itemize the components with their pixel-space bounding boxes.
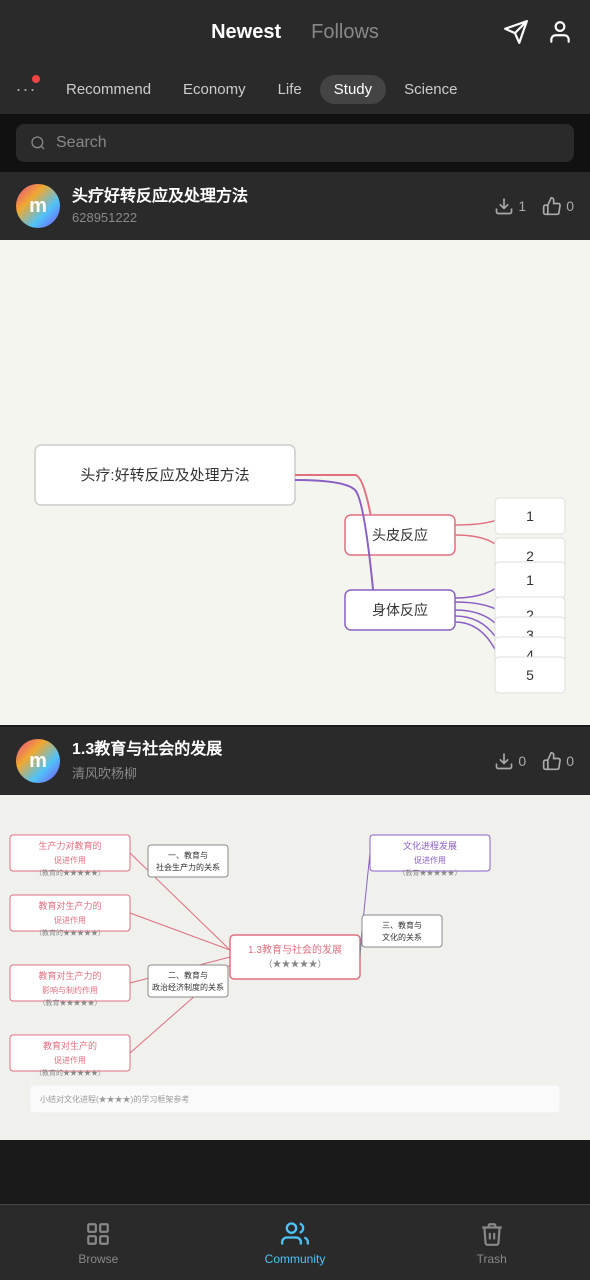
header-tabs: Newest Follows: [211, 21, 379, 44]
svg-text:社会生产力的关系: 社会生产力的关系: [156, 862, 220, 872]
svg-text:影响与制约作用: 影响与制约作用: [42, 985, 98, 995]
svg-text:（教育的★★★★★）: （教育的★★★★★）: [35, 868, 105, 877]
post-info-1: 头疗好转反应及处理方法 628951222: [72, 187, 494, 226]
svg-text:生产力对教育的: 生产力对教育的: [38, 840, 101, 851]
post-header-1: m 头疗好转反应及处理方法 628951222 1 0: [0, 172, 590, 240]
search-bar: Search: [0, 114, 590, 172]
trash-icon: [478, 1220, 506, 1248]
search-input-wrapper[interactable]: Search: [16, 124, 574, 162]
post-info-2: 1.3教育与社会的发展 清风吹杨柳: [72, 740, 494, 783]
download-btn-1[interactable]: 1: [494, 196, 526, 216]
svg-text:文化进程发展: 文化进程发展: [403, 840, 457, 851]
search-icon: [30, 135, 46, 151]
notification-dot: [32, 75, 40, 83]
svg-text:教育对生产力的: 教育对生产力的: [38, 970, 101, 981]
svg-text:身体反应: 身体反应: [372, 602, 428, 618]
avatar-2: m: [16, 739, 60, 783]
post-actions-1: 1 0: [494, 196, 574, 216]
download-count-1: 1: [518, 198, 526, 214]
svg-text:教育对生产的: 教育对生产的: [43, 1040, 97, 1051]
nav-community[interactable]: Community: [197, 1205, 394, 1280]
cat-science[interactable]: Science: [390, 75, 471, 104]
nav-browse[interactable]: Browse: [0, 1205, 197, 1280]
svg-text:头皮反应: 头皮反应: [372, 527, 428, 543]
svg-text:1: 1: [526, 508, 534, 524]
svg-text:二、教育与: 二、教育与: [168, 970, 208, 980]
post-author-2[interactable]: 清风吹杨柳: [72, 763, 494, 782]
post-title-1[interactable]: 头疗好转反应及处理方法: [72, 187, 494, 208]
svg-text:促进作用: 促进作用: [54, 855, 86, 865]
post-card-2: m 1.3教育与社会的发展 清风吹杨柳 0 0: [0, 727, 590, 1140]
post-card-1: m 头疗好转反应及处理方法 628951222 1 0: [0, 172, 590, 725]
svg-text:（教育★★★★★）: （教育★★★★★）: [39, 998, 102, 1007]
bottom-nav: Browse Community Trash: [0, 1204, 590, 1280]
mindmap-1[interactable]: 头疗:好转反应及处理方法 头皮反应 1 2 身体反应: [0, 240, 590, 725]
browse-icon: [84, 1220, 112, 1248]
download-count-2: 0: [518, 753, 526, 769]
cat-life[interactable]: Life: [264, 75, 316, 104]
like-count-1: 0: [566, 198, 574, 214]
download-btn-2[interactable]: 0: [494, 751, 526, 771]
svg-text:促进作用: 促进作用: [54, 1055, 86, 1065]
avatar-1: m: [16, 184, 60, 228]
nav-trash[interactable]: Trash: [393, 1205, 590, 1280]
profile-icon[interactable]: [546, 18, 574, 46]
search-placeholder: Search: [56, 134, 107, 152]
like-count-2: 0: [566, 753, 574, 769]
mindmap-2[interactable]: 1.3教育与社会的发展 （★★★★★） 生产力对教育的 促进作用 （教育的★★★…: [0, 795, 590, 1140]
svg-text:（教育的★★★★★）: （教育的★★★★★）: [35, 928, 105, 937]
svg-text:（教育的★★★★★）: （教育的★★★★★）: [35, 1068, 105, 1077]
svg-text:政治经济制度的关系: 政治经济制度的关系: [152, 982, 224, 992]
svg-text:文化的关系: 文化的关系: [382, 932, 422, 942]
svg-text:教育对生产力的: 教育对生产力的: [38, 900, 101, 911]
like-btn-1[interactable]: 0: [542, 196, 574, 216]
svg-text:一、教育与: 一、教育与: [168, 850, 208, 860]
like-btn-2[interactable]: 0: [542, 751, 574, 771]
svg-text:1.3教育与社会的发展: 1.3教育与社会的发展: [248, 943, 342, 956]
svg-text:三、教育与: 三、教育与: [382, 920, 422, 930]
post-title-2[interactable]: 1.3教育与社会的发展: [72, 740, 494, 761]
svg-text:小结对文化进程(★★★★)的学习框架参考: 小结对文化进程(★★★★)的学习框架参考: [40, 1094, 189, 1104]
mindmap-svg-1: 头疗:好转反应及处理方法 头皮反应 1 2 身体反应: [10, 260, 580, 700]
svg-text:（★★★★★）: （★★★★★）: [263, 959, 326, 969]
tab-follows[interactable]: Follows: [311, 21, 379, 44]
header-icons: [502, 18, 574, 46]
svg-text:头疗:好转反应及处理方法: 头疗:好转反应及处理方法: [80, 466, 249, 484]
tab-newest[interactable]: Newest: [211, 21, 281, 44]
svg-text:促进作用: 促进作用: [54, 915, 86, 925]
post-actions-2: 0 0: [494, 751, 574, 771]
cat-recommend[interactable]: Recommend: [52, 75, 165, 104]
post-author-1[interactable]: 628951222: [72, 210, 494, 225]
category-bar: ··· Recommend Economy Life Study Science: [0, 64, 590, 114]
svg-text:1: 1: [526, 572, 534, 588]
browse-label: Browse: [78, 1252, 118, 1266]
post-header-2: m 1.3教育与社会的发展 清风吹杨柳 0 0: [0, 727, 590, 795]
trash-label: Trash: [477, 1252, 507, 1266]
cat-study[interactable]: Study: [320, 75, 386, 104]
svg-text:5: 5: [526, 667, 534, 683]
mindmap-svg-2: 1.3教育与社会的发展 （★★★★★） 生产力对教育的 促进作用 （教育的★★★…: [0, 795, 590, 1135]
send-icon[interactable]: [502, 18, 530, 46]
header: Newest Follows: [0, 0, 590, 64]
more-button[interactable]: ···: [8, 71, 44, 107]
community-label: Community: [265, 1252, 326, 1266]
cat-economy[interactable]: Economy: [169, 75, 260, 104]
svg-text:促进作用: 促进作用: [414, 855, 446, 865]
community-icon: [281, 1220, 309, 1248]
svg-text:（教育★★★★★）: （教育★★★★★）: [399, 868, 462, 877]
